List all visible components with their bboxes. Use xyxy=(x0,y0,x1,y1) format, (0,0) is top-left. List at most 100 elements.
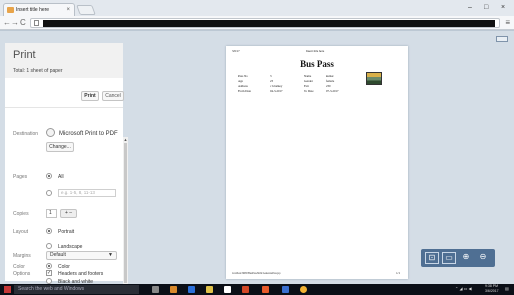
cancel-button[interactable]: Cancel xyxy=(102,91,124,101)
layout-portrait-radio[interactable] xyxy=(46,228,52,234)
settings-scrollbar[interactable]: ▲ ▼ xyxy=(123,137,128,293)
store-icon[interactable] xyxy=(224,286,231,293)
field-label: From Date xyxy=(238,89,251,93)
print-title: Print xyxy=(13,49,36,61)
field-value: c h halkey xyxy=(270,84,283,88)
browser-menu-icon[interactable]: ≡ xyxy=(505,18,510,27)
layout-label: Layout xyxy=(13,229,29,235)
print-settings-panel: Print Total: 1 sheet of paper Print Canc… xyxy=(5,43,128,293)
pages-label: Pages xyxy=(13,174,28,180)
sheet-count: Total: 1 sheet of paper xyxy=(13,68,63,74)
destination-label: Destination xyxy=(13,131,39,137)
field-value: kumar xyxy=(326,74,334,78)
tab-close-icon[interactable]: × xyxy=(66,4,70,16)
margins-label: Margins xyxy=(13,253,31,259)
destination-value: Microsoft Print to PDF xyxy=(59,131,118,137)
pages-all-radio[interactable] xyxy=(46,173,52,179)
headers-footers-checkbox[interactable]: ✓ xyxy=(46,270,52,276)
browser-tab[interactable]: Insert title here × xyxy=(3,3,75,16)
zoom-out-icon[interactable]: ⊖ xyxy=(476,252,490,264)
taskbar-search[interactable]: Search the web and Windows xyxy=(14,285,139,294)
clock-time: 9:38 PM xyxy=(485,284,499,288)
close-window-button[interactable]: × xyxy=(501,4,505,11)
start-button-icon[interactable] xyxy=(4,286,11,293)
field-label: Pass No xyxy=(238,74,248,78)
preview-footer-url: localhost:8080/BusPass/html/GeneratePass… xyxy=(232,272,281,275)
page-favicon-icon xyxy=(7,7,14,13)
address-text-redacted xyxy=(43,20,495,27)
preview-page: 3/6/17 Insert title here Bus Pass Pass N… xyxy=(226,46,408,279)
tab-strip: Insert title here × – □ × xyxy=(0,0,514,16)
preview-page-number: 1/1 xyxy=(396,271,400,275)
minimize-button[interactable]: – xyxy=(468,4,472,11)
windows-taskbar: Search the web and Windows ⌃ ◢ ▭ ◀ 9:38 … xyxy=(0,284,514,295)
preview-date: 3/6/17 xyxy=(232,49,240,53)
headers-footers-label: Headers and footers xyxy=(58,271,104,277)
pages-range-input[interactable]: e.g. 1-5, 8, 11-13 xyxy=(58,189,116,197)
scroll-up-icon[interactable]: ▲ xyxy=(123,137,128,142)
copies-stepper[interactable]: + – xyxy=(60,209,77,218)
tray-icons[interactable]: ⌃ ◢ ▭ ◀ xyxy=(455,286,472,291)
preview-header-title: Insert title here xyxy=(306,49,325,53)
field-value: 230 xyxy=(326,84,331,88)
field-label: Address xyxy=(238,84,248,88)
app-icon[interactable] xyxy=(262,286,269,293)
fit-page-icon[interactable]: ⊡ xyxy=(425,252,439,264)
color-color-label: Color xyxy=(58,264,70,270)
edge-icon[interactable] xyxy=(188,286,195,293)
scroll-thumb[interactable] xyxy=(124,143,127,283)
page-info-icon[interactable] xyxy=(34,20,39,26)
layout-landscape-radio[interactable] xyxy=(46,243,52,249)
clock[interactable]: 9:38 PM 3/6/2017 xyxy=(485,284,499,294)
pass-photo-image xyxy=(366,72,382,85)
printer-icon xyxy=(46,128,55,137)
tab-title: Insert title here xyxy=(16,7,50,13)
file-explorer-icon[interactable] xyxy=(206,286,213,293)
field-label: Gender xyxy=(304,79,313,83)
app-icon[interactable] xyxy=(170,286,177,293)
layout-portrait-label: Portrait xyxy=(58,229,75,235)
field-value: 23 xyxy=(270,79,273,83)
field-value: 04-3-2017 xyxy=(270,89,283,93)
task-view-icon[interactable] xyxy=(152,286,159,293)
print-button[interactable]: Print xyxy=(81,91,99,101)
field-label: Age xyxy=(238,79,243,83)
reload-icon[interactable]: C xyxy=(20,18,26,28)
divider xyxy=(5,107,123,108)
notifications-icon[interactable]: ▤ xyxy=(505,286,509,291)
field-label: Name xyxy=(304,74,312,78)
color-label: Color xyxy=(13,264,25,270)
office-icon[interactable] xyxy=(242,286,249,293)
zoom-controls: ⊡ ▭ ⊕ ⊖ xyxy=(421,249,495,267)
field-label: Fair xyxy=(304,84,309,88)
zoom-in-icon[interactable]: ⊕ xyxy=(459,252,473,264)
bus-pass-heading: Bus Pass xyxy=(300,59,334,69)
chevron-down-icon: ▼ xyxy=(108,252,113,258)
maximize-button[interactable]: □ xyxy=(484,4,488,11)
print-preview-stage: Print Total: 1 sheet of paper Print Canc… xyxy=(0,31,514,293)
chrome-icon[interactable] xyxy=(300,286,307,293)
copies-input[interactable]: 1 xyxy=(46,209,57,218)
field-value: 07-3-2017 xyxy=(326,89,339,93)
field-value: female xyxy=(326,79,335,83)
browser-toolbar: ← → C ≡ xyxy=(0,16,514,30)
forward-icon[interactable]: → xyxy=(11,18,19,28)
pages-range-radio[interactable] xyxy=(46,190,52,196)
change-destination-button[interactable]: Change... xyxy=(46,142,74,152)
fit-width-icon[interactable]: ▭ xyxy=(442,252,456,264)
pages-all-label: All xyxy=(58,174,64,180)
copies-label: Copies xyxy=(13,211,29,217)
print-header: Print Total: 1 sheet of paper xyxy=(5,43,123,78)
new-tab-button[interactable] xyxy=(76,5,96,15)
dialog-corner-icon xyxy=(496,36,508,42)
layout-landscape-label: Landscape xyxy=(58,244,83,250)
margins-select[interactable]: Default ▼ xyxy=(46,251,117,260)
field-value: 3 xyxy=(270,74,272,78)
options-label: Options xyxy=(13,271,31,277)
clock-date: 3/6/2017 xyxy=(485,289,499,293)
color-color-radio[interactable] xyxy=(46,263,52,269)
app-icon[interactable] xyxy=(282,286,289,293)
address-bar[interactable] xyxy=(30,18,500,28)
back-icon[interactable]: ← xyxy=(3,18,11,28)
field-label: To Date xyxy=(304,89,314,93)
